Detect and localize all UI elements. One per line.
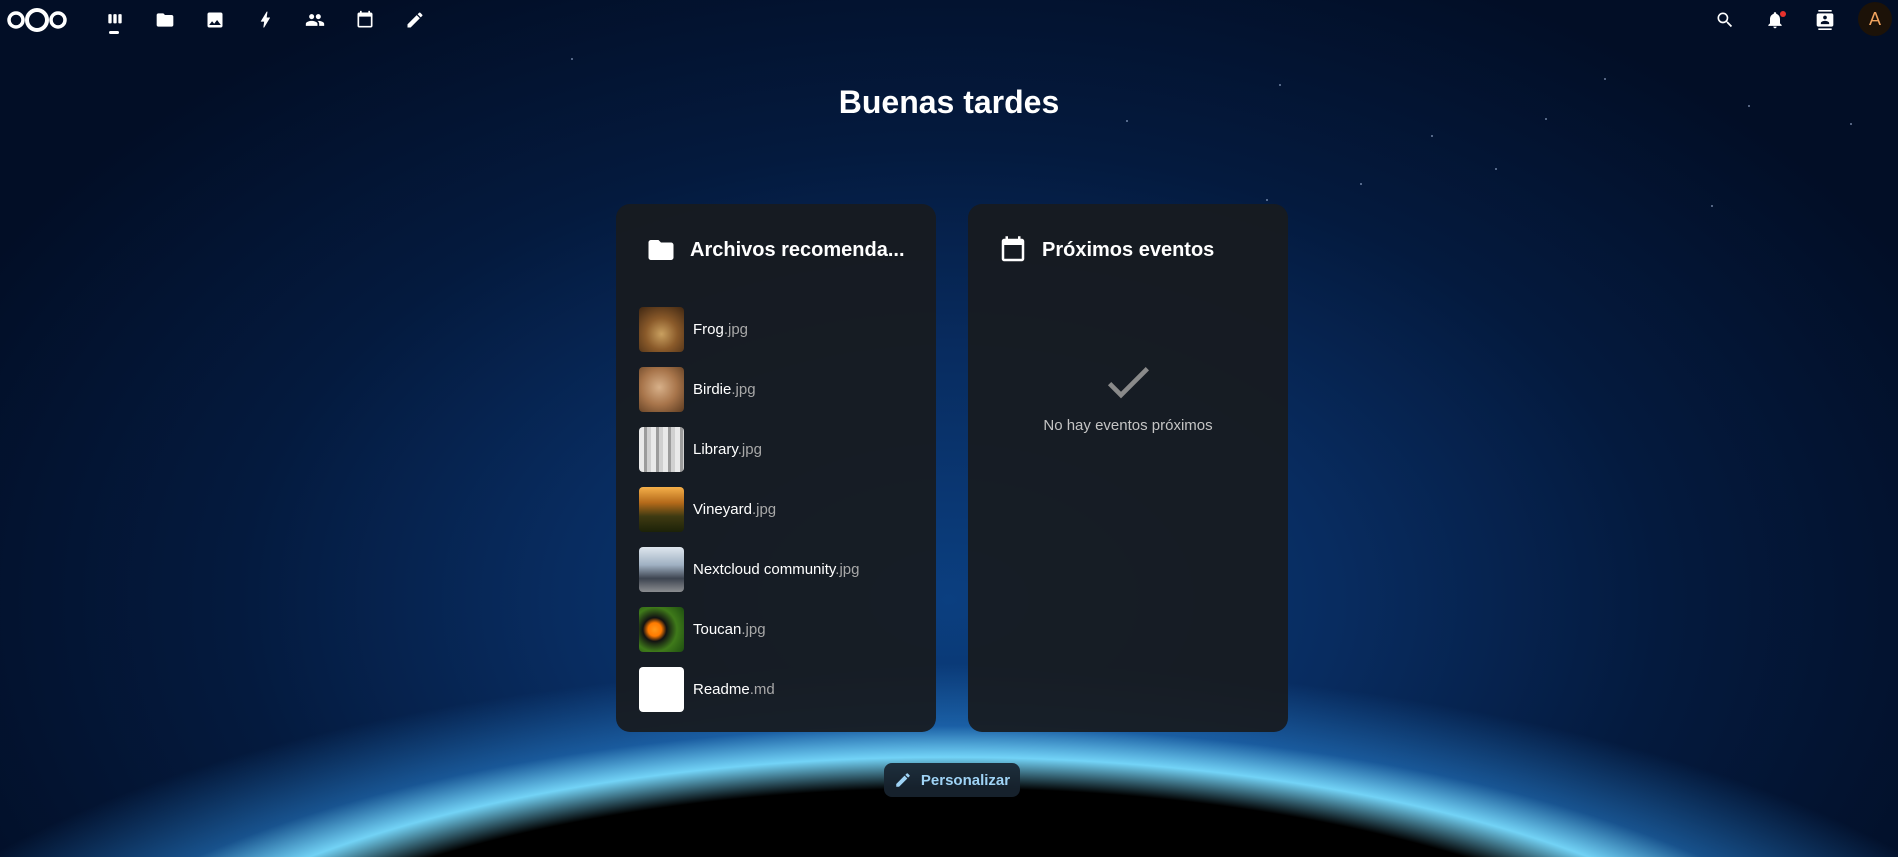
file-name: Toucan.jpg (693, 620, 766, 638)
file-thumbnail (639, 486, 684, 532)
file-thumbnail (639, 426, 684, 472)
file-thumbnail (639, 366, 684, 412)
empty-state-text: No hay eventos próximos (1043, 417, 1213, 434)
users-icon (305, 14, 325, 26)
app-calendar[interactable] (353, 8, 377, 32)
lightning-icon (260, 11, 270, 28)
top-bar: A (0, 0, 1898, 40)
folder-icon (156, 13, 174, 27)
widget-title[interactable]: Archivos recomenda... (690, 239, 905, 262)
list-item[interactable]: Birdie.jpg (639, 359, 928, 419)
page-title: Buenas tardes (838, 84, 1060, 120)
app-notes[interactable] (403, 8, 427, 32)
check-icon (968, 354, 1288, 410)
pencil-icon (407, 12, 423, 28)
file-name: Birdie.jpg (693, 380, 756, 398)
contact-card-icon (1816, 10, 1834, 30)
list-item[interactable]: Toucan.jpg (639, 599, 928, 659)
list-item[interactable]: Readme.md (639, 659, 928, 719)
dashboard-icon (108, 14, 122, 24)
app-contacts[interactable] (303, 8, 327, 32)
customize-label: Personalizar (920, 771, 1011, 789)
nextcloud-logo-icon[interactable] (6, 6, 68, 34)
calendar-icon (357, 10, 373, 28)
widget-title[interactable]: Próximos eventos (1042, 239, 1214, 262)
recommended-files-widget: Archivos recomenda... Frog.jpg Birdie.jp… (616, 204, 936, 732)
list-item[interactable]: Vineyard.jpg (639, 479, 928, 539)
list-item[interactable]: Library.jpg (639, 419, 928, 479)
app-activity[interactable] (253, 8, 277, 32)
file-thumbnail (639, 606, 684, 652)
customize-button[interactable]: Personalizar (884, 763, 1020, 797)
upcoming-events-widget: Próximos eventos No hay eventos próximos (968, 204, 1288, 732)
notification-badge (1780, 11, 1786, 17)
file-name: Readme.md (693, 680, 775, 698)
app-files[interactable] (153, 8, 177, 32)
app-photos[interactable] (203, 8, 227, 32)
folder-icon (648, 240, 674, 260)
notifications-button[interactable] (1763, 8, 1787, 32)
app-dashboard[interactable] (103, 8, 127, 32)
file-name: Library.jpg (693, 440, 762, 458)
file-thumbnail (639, 306, 684, 352)
calendar-icon (1001, 236, 1025, 262)
file-name: Frog.jpg (693, 320, 749, 338)
list-item[interactable]: Frog.jpg (639, 299, 928, 359)
file-list: Frog.jpg Birdie.jpg Library.jpg Vineyard… (639, 299, 928, 719)
active-app-indicator (109, 31, 119, 34)
file-name: Vineyard.jpg (693, 500, 777, 518)
contacts-menu-button[interactable] (1813, 8, 1837, 32)
file-thumbnail (639, 546, 684, 592)
widget-header: Archivos recomenda... (646, 232, 926, 268)
pencil-icon (896, 773, 910, 787)
widget-header: Próximos eventos (998, 232, 1278, 268)
search-icon (1717, 12, 1733, 28)
file-name: Nextcloud community.jpg (693, 560, 860, 578)
search-button[interactable] (1713, 8, 1737, 32)
avatar[interactable]: A (1858, 2, 1892, 36)
list-item[interactable]: Nextcloud community.jpg (639, 539, 928, 599)
image-icon (207, 12, 223, 28)
file-thumbnail (639, 666, 684, 712)
